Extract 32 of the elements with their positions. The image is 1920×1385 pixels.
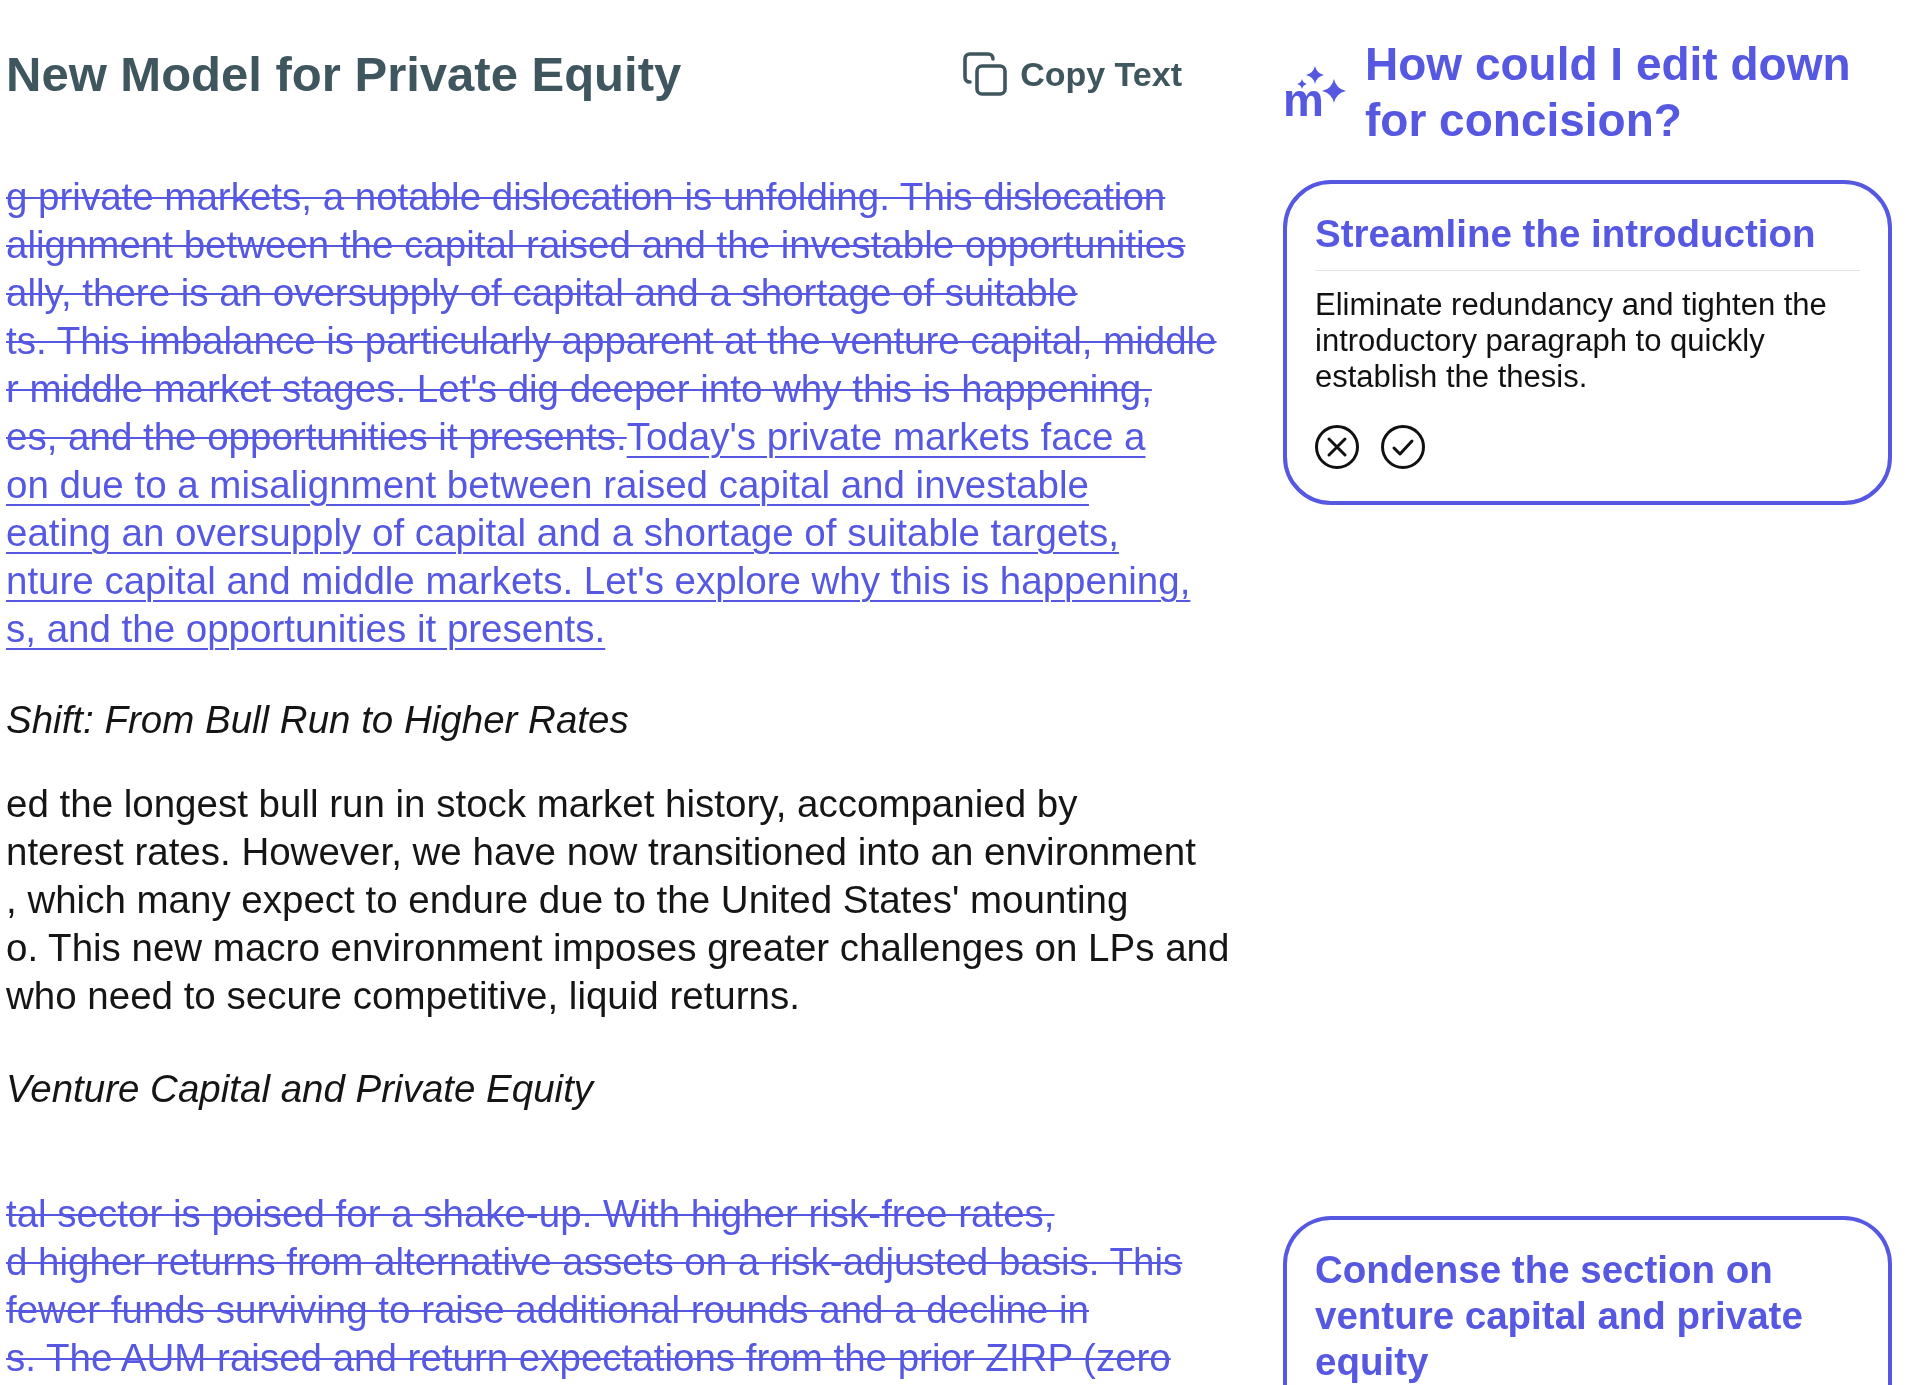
document-title: New Model for Private Equity [6,46,682,102]
suggestion-description: Eliminate redundancy and tighten the introductory paragraph to quickly establish the thesis. [1315,287,1828,395]
logo-letter: m [1283,85,1324,115]
body-text: who need to secure competitive, liquid returns. [6,974,800,1017]
deleted-text: tal sector is poised for a shake-up. With higher risk-free rates, [6,1192,1055,1235]
copy-text-button[interactable]: Copy Text [963,52,1182,96]
inserted-text: Today's private markets face a [626,415,1146,458]
deleted-text: ally, there is an oversupply of capital and a shortage of suitable [6,271,1078,314]
deleted-text: d higher returns from alternative assets on a risk-adjusted basis. This [6,1240,1183,1283]
inserted-text: eating an oversupply of capital and a shortage of suitable targets, [6,511,1119,554]
deleted-text: es, and the opportunities it presents. [6,415,627,458]
inserted-text: s, and the opportunities it presents. [6,607,606,650]
deleted-text: r middle market stages. Let's dig deeper into why this is happening, [6,367,1152,410]
suggestion-title: Condense the section on venture capital and private equity [1315,1247,1804,1385]
inserted-text: nture capital and middle markets. Let's explore why this is happening, [6,559,1191,602]
body-text: o. This new macro environment imposes greater challenges on LPs and [6,926,1230,969]
section-heading: Venture Capital and Private Equity [6,1066,594,1112]
deleted-text: s. The AUM raised and return expectations from the prior ZIRP (zero [6,1336,1171,1379]
section-heading: Shift: From Bull Run to Higher Rates [6,697,629,743]
deleted-text: fewer funds surviving to raise additional rounds and a decline in [6,1288,1089,1331]
deleted-text: g private markets, a notable dislocation is unfolding. This dislocation [6,175,1166,218]
assistant-question: How could I edit down for concision? [1365,37,1852,148]
inserted-text: on due to a misalignment between raised capital and investable [6,463,1089,506]
circle-x-icon[interactable] [1315,425,1359,469]
deleted-text: alignment between the capital raised and the investable opportunities [6,223,1186,266]
body-text: ed the longest bull run in stock market history, accompanied by [6,782,1078,825]
body-text: nterest rates. However, we have now transitioned into an environment [6,830,1196,873]
deleted-text: ts. This imbalance is particularly apparent at the venture capital, middle [6,319,1217,362]
suggestion-title: Streamline the introduction [1315,211,1817,257]
copy-icon [963,52,1008,96]
body-text: , which many expect to endure due to the United States' mounting [6,878,1129,921]
circle-check-icon[interactable] [1381,425,1425,469]
